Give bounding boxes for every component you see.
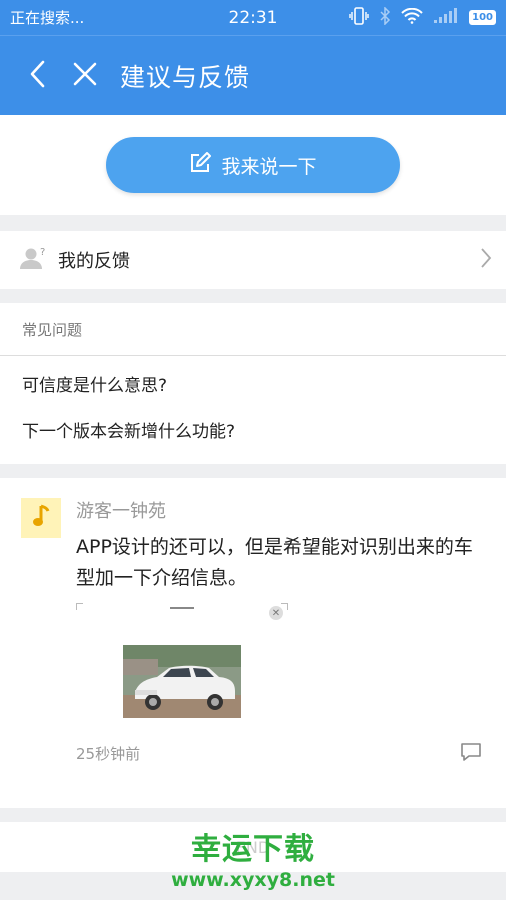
chevron-left-icon (29, 60, 45, 92)
faq-item[interactable]: 下一个版本会新增什么功能? (0, 406, 506, 452)
my-feedback-row[interactable]: ? 我的反馈 (0, 231, 506, 289)
page-title: 建议与反馈 (120, 62, 251, 92)
back-button[interactable] (22, 60, 52, 92)
post-content: APP设计的还可以，但是希望能对识别出来的车型加一下介绍信息。 (76, 536, 473, 589)
post-attachment[interactable]: ✕ (76, 603, 288, 733)
edit-icon (189, 151, 212, 179)
music-note-icon (32, 504, 50, 532)
chevron-right-icon (480, 247, 492, 273)
compose-section: 我来说一下 (0, 115, 506, 215)
user-question-icon: ? (20, 246, 48, 274)
post-author: 游客一钟苑 (76, 501, 166, 522)
feedback-post: 游客一钟苑 APP设计的还可以，但是希望能对识别出来的车型加一下介绍信息。 ✕ … (0, 478, 506, 808)
app-bar: 建议与反馈 (0, 36, 506, 115)
car-photo (123, 645, 241, 718)
vibrate-icon (349, 6, 369, 29)
post-timestamp: 25秒钟前 (76, 745, 141, 763)
close-button[interactable] (70, 61, 100, 91)
faq-header: 常见问题 (0, 303, 506, 356)
avatar (21, 498, 61, 538)
divider (170, 607, 194, 609)
status-bar: 正在搜索... 22:31 100 (0, 0, 506, 36)
battery-icon: 100 (469, 10, 496, 25)
status-icons: 100 (349, 5, 496, 29)
end-marker: END (0, 822, 506, 872)
close-icon (73, 62, 97, 90)
carrier-text: 正在搜索... (10, 9, 85, 27)
comment-icon[interactable] (460, 742, 482, 766)
compose-feedback-button[interactable]: 我来说一下 (106, 137, 400, 193)
frame-corner (76, 603, 83, 610)
svg-text:?: ? (40, 247, 45, 258)
bluetooth-icon (379, 5, 391, 29)
wifi-icon (401, 7, 423, 28)
faq-list: 可信度是什么意思? 下一个版本会新增什么功能? (0, 356, 506, 464)
faq-item[interactable]: 可信度是什么意思? (0, 360, 506, 406)
compose-feedback-label: 我来说一下 (221, 155, 317, 178)
remove-attachment-icon[interactable]: ✕ (269, 606, 283, 620)
signal-icon (433, 7, 459, 28)
my-feedback-label: 我的反馈 (58, 251, 130, 272)
end-label: END (235, 837, 271, 857)
faq-section: 常见问题 可信度是什么意思? 下一个版本会新增什么功能? (0, 303, 506, 464)
